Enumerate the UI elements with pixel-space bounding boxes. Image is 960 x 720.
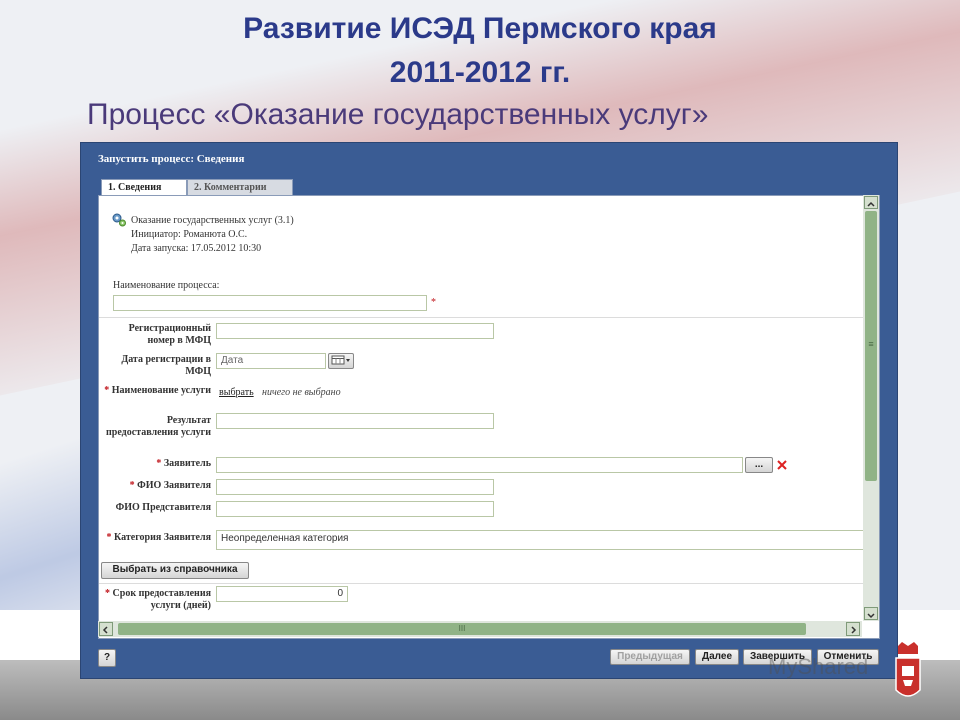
scroll-up-button[interactable] bbox=[864, 196, 878, 209]
reg-date-label: Дата регистрации в МФЦ bbox=[121, 354, 211, 377]
reg-number-input[interactable] bbox=[216, 323, 494, 339]
divider bbox=[99, 583, 879, 584]
scroll-right-button[interactable] bbox=[846, 622, 860, 636]
slide-years: 2011-2012 гг. bbox=[389, 56, 571, 89]
form-panel: Оказание государственных услуг (3.1) Ини… bbox=[98, 195, 880, 639]
term-label-text: Срок предоставления услуги (дней) bbox=[112, 588, 211, 611]
category-input[interactable]: Неопределенная категория bbox=[216, 530, 866, 550]
term-input[interactable]: 0 bbox=[216, 586, 348, 602]
thumb-grip: ≡ bbox=[868, 339, 874, 349]
service-name-label: * Наименование услуги bbox=[103, 385, 211, 397]
chevron-left-icon bbox=[102, 626, 108, 634]
help-button[interactable]: ? bbox=[98, 649, 116, 667]
horizontal-scrollbar[interactable]: III bbox=[98, 621, 862, 637]
chevron-right-icon bbox=[851, 626, 857, 634]
applicant-browse-button[interactable]: ... bbox=[745, 457, 773, 473]
slide-title: Развитие ИСЭД Пермского края bbox=[243, 12, 717, 45]
process-name-label: Наименование процесса: bbox=[113, 280, 220, 291]
applicant-input[interactable] bbox=[216, 457, 743, 473]
gears-icon bbox=[112, 213, 126, 227]
choose-service-link[interactable]: выбрать bbox=[219, 387, 254, 398]
process-type-name: Оказание государственных услуг (3.1) bbox=[131, 215, 294, 226]
reg-date-input[interactable]: Дата bbox=[216, 353, 326, 369]
term-label: * Срок предоставления услуги (дней) bbox=[103, 588, 211, 612]
result-input[interactable] bbox=[216, 413, 494, 429]
process-dialog: Запустить процесс: Сведения 1. Сведения … bbox=[80, 142, 898, 679]
choose-from-dictionary-button[interactable]: Выбрать из справочника bbox=[101, 562, 249, 579]
process-initiator: Инициатор: Романюта О.С. bbox=[131, 229, 248, 240]
slide-subtitle: Процесс «Оказание государственных услуг» bbox=[87, 98, 709, 131]
calendar-button[interactable] bbox=[328, 353, 354, 369]
vertical-scroll-thumb[interactable]: ≡ bbox=[865, 211, 877, 481]
required-mark: * bbox=[431, 297, 436, 308]
required-mark: * bbox=[156, 458, 162, 469]
chevron-up-icon bbox=[867, 201, 875, 207]
previous-button[interactable]: Предыдущая bbox=[610, 649, 690, 665]
category-label: * Категория Заявителя bbox=[103, 532, 211, 544]
representative-input[interactable] bbox=[216, 501, 494, 517]
required-mark: * bbox=[105, 588, 111, 599]
vertical-scrollbar[interactable]: ≡ bbox=[863, 195, 879, 621]
thumb-grip: III bbox=[458, 624, 466, 633]
scroll-down-button[interactable] bbox=[864, 607, 878, 620]
dialog-title: Запустить процесс: Сведения bbox=[98, 153, 245, 165]
applicant-label: * Заявитель bbox=[103, 458, 211, 470]
required-mark: * bbox=[129, 480, 135, 491]
representative-label: ФИО Представителя bbox=[115, 502, 211, 513]
clear-icon[interactable] bbox=[776, 459, 788, 471]
calendar-icon bbox=[331, 355, 350, 365]
chevron-down-icon bbox=[867, 613, 875, 619]
required-mark: * bbox=[104, 385, 110, 396]
result-label: Результат предоставления услуги bbox=[106, 415, 211, 438]
applicant-name-label-text: ФИО Заявителя bbox=[137, 480, 211, 491]
service-name-label-text: Наименование услуги bbox=[111, 385, 211, 396]
process-name-input[interactable] bbox=[113, 295, 427, 311]
divider bbox=[99, 317, 879, 318]
applicant-label-text: Заявитель bbox=[163, 458, 211, 469]
applicant-name-label: * ФИО Заявителя bbox=[103, 480, 211, 492]
scroll-left-button[interactable] bbox=[99, 622, 113, 636]
nothing-selected-text: ничего не выбрано bbox=[262, 387, 341, 398]
coat-of-arms-icon bbox=[895, 642, 921, 697]
reg-number-label: Регистрационный номер в МФЦ bbox=[128, 323, 211, 346]
tab-details[interactable]: 1. Сведения bbox=[101, 179, 187, 196]
process-start-date: Дата запуска: 17.05.2012 10:30 bbox=[131, 243, 262, 254]
watermark: MyShared bbox=[768, 654, 869, 679]
applicant-name-input[interactable] bbox=[216, 479, 494, 495]
required-mark: * bbox=[106, 532, 112, 543]
category-label-text: Категория Заявителя bbox=[114, 532, 211, 543]
next-button[interactable]: Далее bbox=[695, 649, 739, 665]
horizontal-scroll-thumb[interactable]: III bbox=[118, 623, 806, 635]
tab-comments[interactable]: 2. Комментарии bbox=[187, 179, 293, 196]
